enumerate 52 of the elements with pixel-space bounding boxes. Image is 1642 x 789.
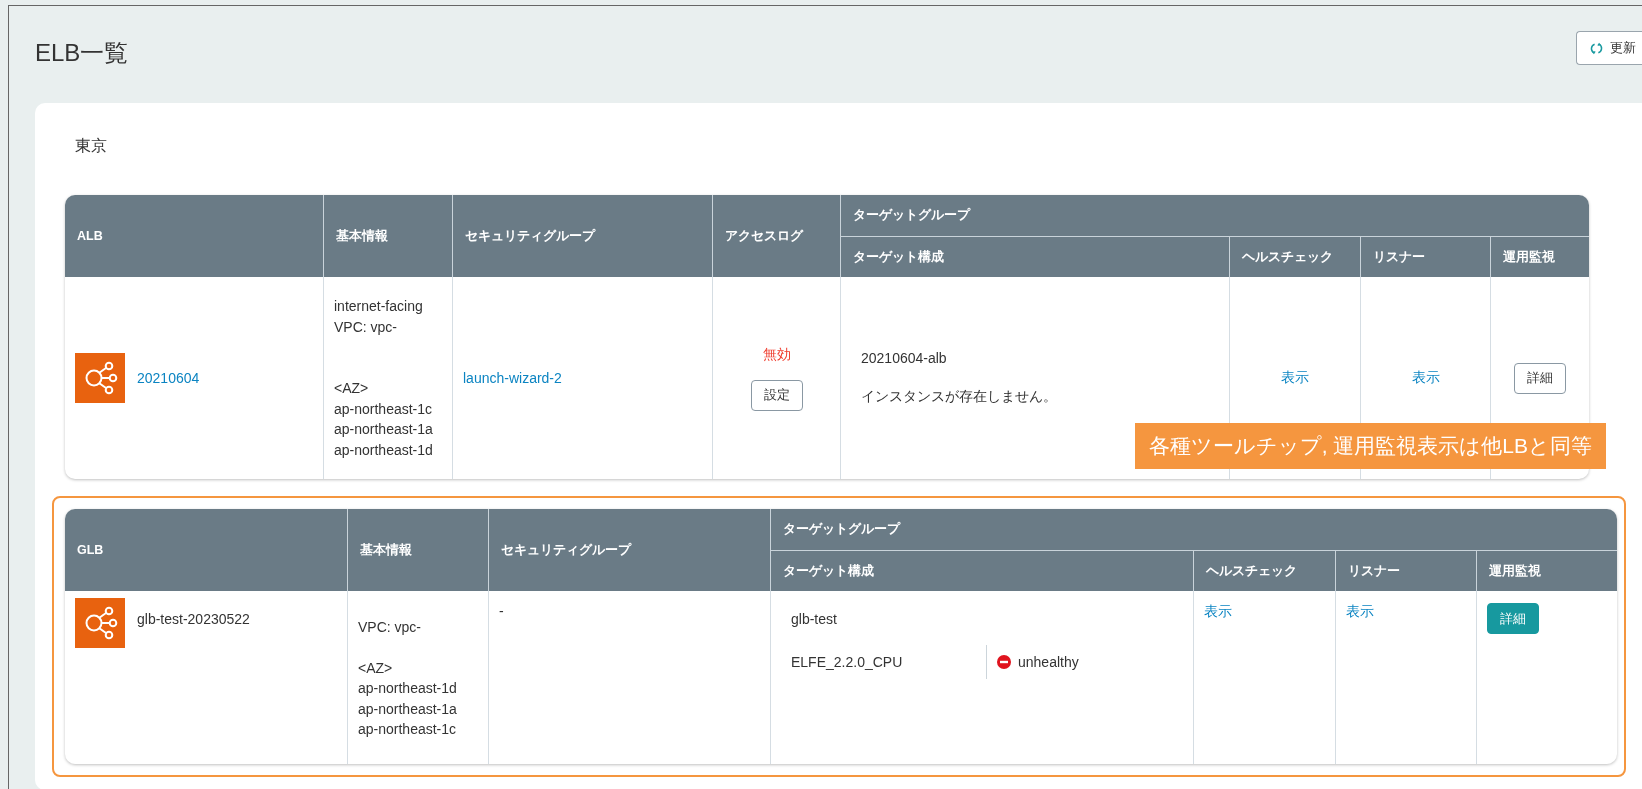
health-check-link[interactable]: 表示 <box>1204 603 1232 619</box>
lb-name-link[interactable]: 20210604 <box>137 370 200 386</box>
target-group-name: 20210604-alb <box>861 350 948 366</box>
info-text: VPC: vpc- <box>358 618 422 637</box>
refresh-button[interactable]: 更新 <box>1576 31 1642 65</box>
load-balancer-icon <box>75 353 125 403</box>
column-header: ターゲット構成 <box>771 551 1194 591</box>
security-group-text: - <box>499 603 504 619</box>
info-text: <AZ> <box>358 658 394 678</box>
refresh-icon <box>1589 40 1604 56</box>
info-text: ap-northeast-1d <box>358 679 458 698</box>
column-header: ヘルスチェック <box>1194 551 1336 591</box>
column-header: ヘルスチェック <box>1230 237 1361 277</box>
column-header: 基本情報 <box>348 509 489 591</box>
target-name: ELFE_2.2.0_CPU <box>791 653 904 672</box>
info-text: ap-northeast-1d <box>334 440 434 460</box>
column-group-header: ターゲットグループ <box>841 195 1589 237</box>
column-header: 運用監視 <box>1477 551 1617 591</box>
info-text: ap-northeast-1a <box>334 420 434 439</box>
settings-button[interactable]: 設定 <box>750 379 803 411</box>
info-text: VPC: vpc- <box>334 317 398 337</box>
page-title: ELB一覧 <box>35 38 129 68</box>
column-header: リスナー <box>1336 551 1477 591</box>
column-header: ターゲット構成 <box>841 237 1230 277</box>
lb-name: glb-test-20230522 <box>137 611 250 627</box>
load-balancer-icon <box>75 598 125 648</box>
health-check-link[interactable]: 表示 <box>1281 369 1309 385</box>
details-button[interactable]: 詳細 <box>1514 362 1566 394</box>
column-header: GLB <box>65 509 348 591</box>
health-status: unhealthy <box>1018 654 1079 670</box>
listener-link[interactable]: 表示 <box>1346 603 1374 619</box>
column-group-header: ターゲットグループ <box>771 509 1617 551</box>
info-text: ap-northeast-1c <box>334 399 434 419</box>
column-header: 基本情報 <box>324 195 453 277</box>
access-log-status: 無効 <box>761 345 792 364</box>
details-button[interactable]: 詳細 <box>1487 603 1539 634</box>
security-group-link[interactable]: launch-wizard-2 <box>463 370 562 386</box>
info-text: <AZ> <box>334 379 370 398</box>
column-header: アクセスログ <box>713 195 841 277</box>
empty-message: インスタンスが存在しません。 <box>861 388 1058 406</box>
column-header: セキュリティグループ <box>453 195 713 277</box>
annotation-callout: 各種ツールチップ, 運用監視表示は他LBと同等 <box>1134 423 1606 469</box>
column-header: 運用監視 <box>1491 237 1589 277</box>
column-header: ALB <box>65 195 324 277</box>
target-group-name: glb-test <box>791 611 838 627</box>
info-text: ap-northeast-1a <box>358 699 458 719</box>
info-text: ap-northeast-1c <box>358 720 458 739</box>
info-text: internet-facing <box>334 297 424 316</box>
column-header: セキュリティグループ <box>489 509 771 591</box>
column-header: リスナー <box>1361 237 1491 277</box>
listener-link[interactable]: 表示 <box>1411 369 1440 385</box>
region-title: 東京 <box>75 136 108 156</box>
